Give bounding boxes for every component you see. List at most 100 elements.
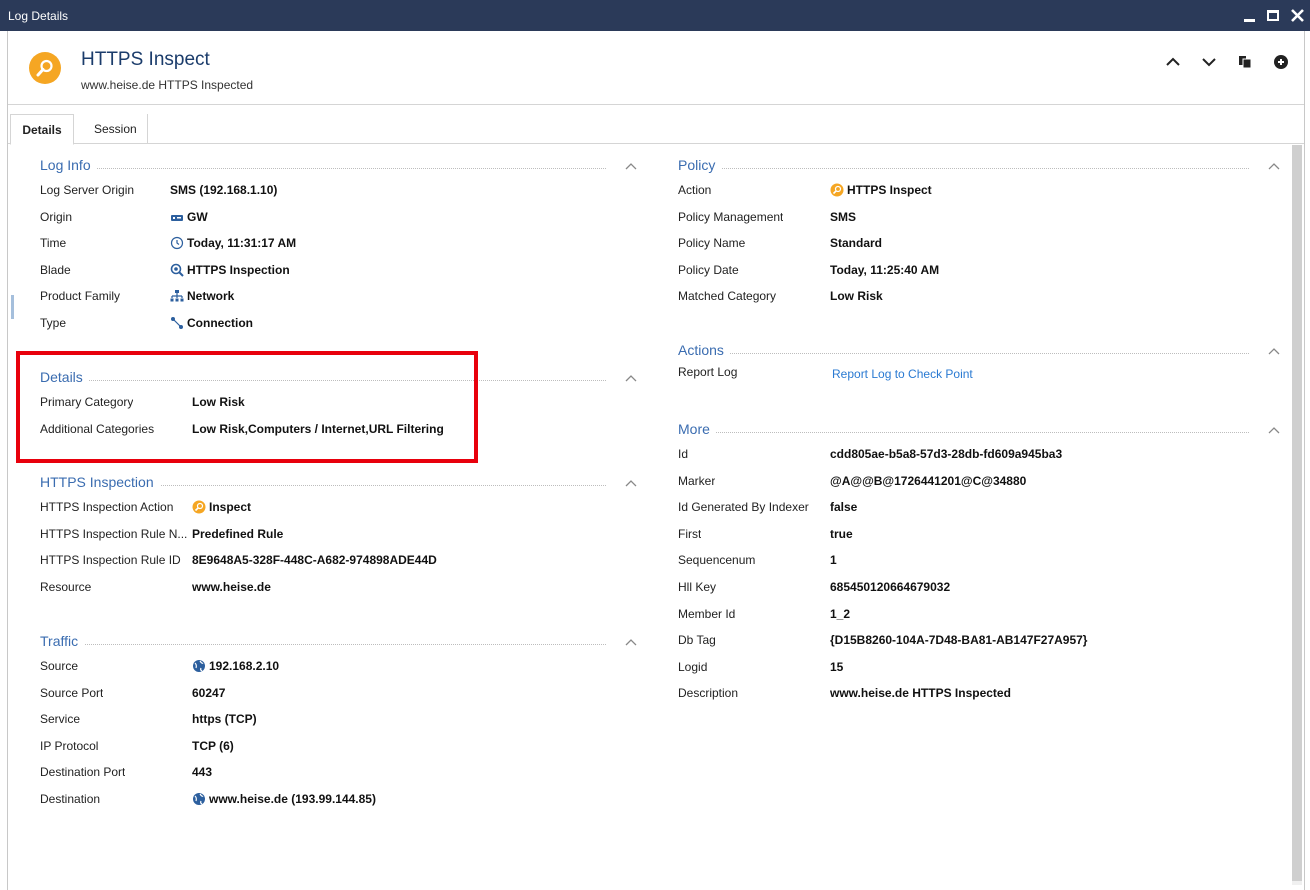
section-divider <box>678 168 1249 169</box>
field-label: Blade <box>40 262 71 277</box>
field-label: Resource <box>40 579 92 594</box>
field-label: HTTPS Inspection Rule N... <box>40 526 188 541</box>
field-row: Source Port 60247 <box>40 682 640 709</box>
minimize-icon <box>1243 18 1255 22</box>
field-row: Sequencenum 1 <box>678 549 1283 576</box>
report-log-link[interactable]: Report Log to Check Point <box>832 367 973 381</box>
field-label: IP Protocol <box>40 738 99 753</box>
collapse-icon[interactable] <box>624 160 638 174</box>
field-value: 1_2 <box>830 606 851 621</box>
field-label: Matched Category <box>678 289 777 304</box>
field-value: cdd805ae-b5a8-57d3-28db-fd609a945ba3 <box>830 447 1063 461</box>
field-row: Id Generated By Indexer false <box>678 496 1283 523</box>
tab-session[interactable]: Session <box>84 114 148 144</box>
field-value: www.heise.de <box>192 579 271 594</box>
section-traffic: Traffic Source 192.168.2.10 Source Port … <box>40 633 640 815</box>
field-row: HTTPS Inspection Rule ID 8E9648A5-328F-4… <box>40 549 640 576</box>
field-label: Hll Key <box>678 579 717 594</box>
field-row: IP Protocol TCP (6) <box>40 735 640 762</box>
chevron-up-icon <box>1166 57 1180 66</box>
section-header[interactable]: Policy <box>678 157 1283 179</box>
field-value: true <box>830 526 853 541</box>
section-header[interactable]: HTTPS Inspection <box>40 474 640 496</box>
field-value: TCP (6) <box>192 738 234 753</box>
field-value: Connection <box>170 316 253 330</box>
window-titlebar: Log Details <box>0 0 1310 31</box>
field-value: 15 <box>830 659 844 674</box>
log-details-panel: HTTPS Inspect www.heise.de HTTPS Inspect… <box>7 31 1305 890</box>
maximize-icon <box>1267 9 1279 21</box>
close-button[interactable] <box>1288 4 1306 26</box>
collapse-icon[interactable] <box>624 372 638 386</box>
collapse-icon[interactable] <box>1267 345 1281 359</box>
collapse-icon[interactable] <box>624 477 638 491</box>
field-value: 685450120664679032 <box>830 579 951 594</box>
field-row: Source 192.168.2.10 <box>40 655 640 682</box>
options-icon <box>1274 55 1288 69</box>
field-row: Db Tag {D15B8260-104A-7D48-BA81-AB147F27A… <box>678 629 1283 656</box>
field-row: Marker @A@@B@1726441201@C@34880 <box>678 470 1283 497</box>
section-more: More Id cdd805ae-b5a8-57d3-28db-fd609a945… <box>678 421 1283 709</box>
scrollbar-thumb[interactable] <box>1292 145 1302 881</box>
field-row: Blade HTTPS Inspection <box>40 259 640 286</box>
field-row: Report Log Report Log to Check Point <box>678 364 1283 391</box>
field-row: Action HTTPS Inspect <box>678 179 1283 206</box>
field-row: Policy Management SMS <box>678 206 1283 233</box>
more-options-button[interactable] <box>1272 53 1290 71</box>
field-value: Today, 11:31:17 AM <box>170 236 296 250</box>
section-log-info: Log Info Log Server Origin SMS (192.168.… <box>40 157 640 339</box>
tab-details[interactable]: Details <box>10 114 74 145</box>
field-row: Destination www.heise.de (193.99.144.85) <box>40 788 640 815</box>
copy-button[interactable] <box>1236 53 1254 71</box>
field-label: Member Id <box>678 606 736 621</box>
field-row: Service https (TCP) <box>40 708 640 735</box>
chevron-down-icon <box>1202 58 1216 67</box>
field-value: Inspect <box>192 500 251 514</box>
gateway-icon <box>171 214 183 221</box>
field-value: {D15B8260-104A-7D48-BA81-AB147F27A957} <box>830 633 1088 648</box>
field-row: Policy Name Standard <box>678 232 1283 259</box>
collapse-icon[interactable] <box>1267 160 1281 174</box>
field-label: Policy Name <box>678 236 746 251</box>
inspect-icon <box>830 183 844 197</box>
section-header[interactable]: Actions <box>678 342 1283 364</box>
log-title: HTTPS Inspect <box>81 49 210 70</box>
field-label: Source <box>40 659 79 673</box>
vertical-scrollbar[interactable] <box>1292 145 1302 885</box>
field-label: Description <box>678 686 739 701</box>
collapse-icon[interactable] <box>1267 424 1281 438</box>
field-value: www.heise.de (193.99.144.85) <box>192 792 376 806</box>
collapse-icon[interactable] <box>624 636 638 650</box>
section-title: Log Info <box>40 157 97 173</box>
field-value: 1 <box>830 553 837 568</box>
inspect-icon <box>192 500 206 514</box>
field-label: Type <box>40 315 67 330</box>
field-label: Id <box>678 447 689 461</box>
section-title: Actions <box>678 342 730 358</box>
field-label: First <box>678 526 702 541</box>
section-header[interactable]: Traffic <box>40 633 640 655</box>
field-value: Network <box>170 289 234 303</box>
minimize-button[interactable] <box>1240 4 1258 26</box>
section-header[interactable]: Log Info <box>40 157 640 179</box>
field-row: HTTPS Inspection Action Inspect <box>40 496 640 523</box>
details-content: Log Info Log Server Origin SMS (192.168.… <box>8 145 1304 890</box>
copy-icon <box>1239 56 1252 69</box>
section-title: HTTPS Inspection <box>40 474 160 490</box>
maximize-button[interactable] <box>1264 4 1282 26</box>
field-value: GW <box>170 210 208 224</box>
field-value: https (TCP) <box>192 712 257 727</box>
field-row: Id cdd805ae-b5a8-57d3-28db-fd609a945ba3 <box>678 443 1283 470</box>
field-value: 8E9648A5-328F-448C-A682-974898ADE44D <box>192 553 437 568</box>
field-label: Id Generated By Indexer <box>678 500 809 515</box>
field-value: Standard <box>830 236 883 251</box>
section-header[interactable]: More <box>678 421 1283 443</box>
clock-icon <box>170 237 184 250</box>
next-log-button[interactable] <box>1200 53 1218 71</box>
field-value: SMS (192.168.1.10) <box>170 183 278 197</box>
section-policy: Policy Action HTTPS Inspect Policy Manag… <box>678 157 1283 312</box>
previous-log-button[interactable] <box>1164 53 1182 71</box>
field-row: Logid 15 <box>678 656 1283 683</box>
field-value: SMS <box>830 209 857 224</box>
field-label: Destination <box>40 791 101 806</box>
